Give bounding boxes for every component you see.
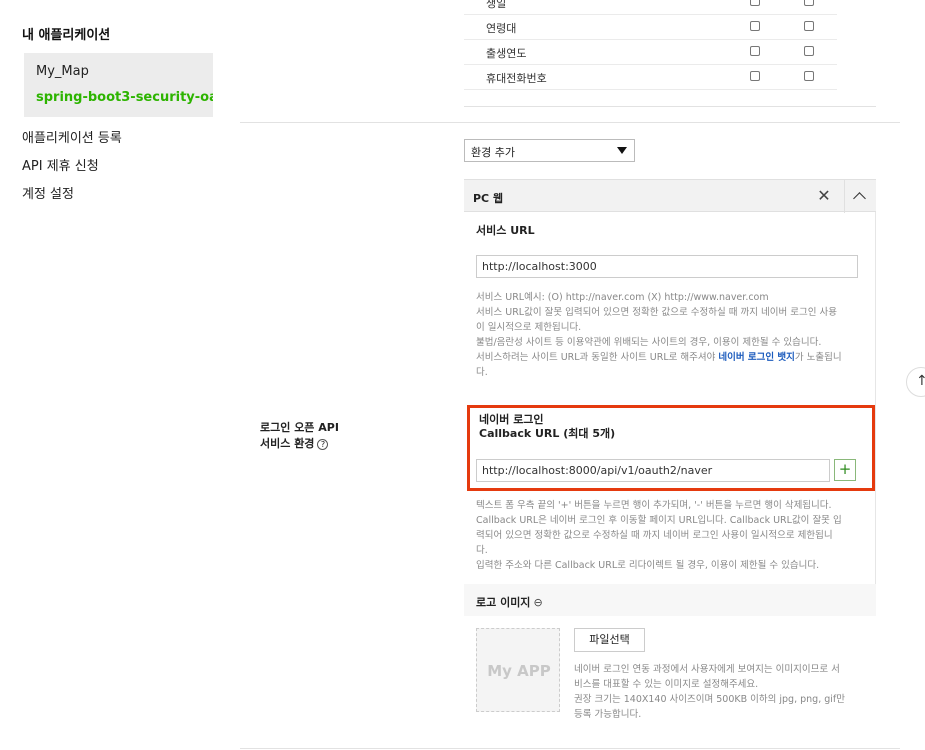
sidebar: 내 애플리케이션 My_Map spring-boot3-security-oa… [0,0,240,750]
scope-optional-checkbox[interactable] [804,71,814,81]
add-callback-url-button[interactable]: + [834,459,856,481]
callback-url-input[interactable]: http://localhost:8000/api/v1/oauth2/nave… [476,459,830,482]
pc-web-panel: PC 웹 ✕ 서비스 URL http://localhost:3000 서비스… [464,179,876,584]
dropdown-arrow-icon [617,147,627,154]
callback-url-title: 네이버 로그인 Callback URL (최대 5개) [479,413,616,440]
callback-url-section: 네이버 로그인 Callback URL (최대 5개) http://loca… [467,405,875,491]
callback-url-help: 텍스트 폼 우측 끝의 '+' 버튼을 누르면 행이 추가되며, '-' 버튼을… [476,500,842,571]
main-content: 생일 연령대 출생연도 휴대전화번호 로그인 오픈 API 서비스 환경 ? 환… [240,0,900,750]
logo-placeholder: My APP [476,628,560,712]
divider [240,748,900,749]
service-url-title: 서비스 URL [476,224,535,237]
scope-required-checkbox[interactable] [750,71,760,81]
logo-image-section: 로고 이미지 ⊖ My APP 파일선택 네이버 로그인 연동 과정에서 사용자에… [464,584,876,732]
logo-image-header: 로고 이미지 ⊖ [464,584,876,616]
logo-image-help: 네이버 로그인 연동 과정에서 사용자에게 보여지는 이미지이므로 서 비스를 … [574,664,846,720]
sidebar-item-api-partnership[interactable]: API 제휴 신청 [22,155,99,174]
scope-optional-checkbox[interactable] [804,46,814,56]
naver-login-badge-link[interactable]: 네이버 로그인 뱃지 [718,352,795,363]
scroll-top-button[interactable]: ↑ [906,367,925,397]
scope-optional-checkbox[interactable] [804,21,814,31]
panel-title: PC 웹 [473,192,504,205]
scope-section: 생일 연령대 출생연도 휴대전화번호 [240,0,900,123]
sidebar-title: 내 애플리케이션 [22,28,111,43]
logo-placeholder-text: My APP [487,662,551,680]
close-icon[interactable]: ✕ [814,186,834,206]
scope-required-checkbox[interactable] [750,21,760,31]
scope-required-checkbox[interactable] [750,0,760,6]
service-env-label: 로그인 오픈 API 서비스 환경? [260,420,339,452]
help-icon[interactable]: ? [317,439,329,450]
scope-required-checkbox[interactable] [750,46,760,56]
scope-label: 연령대 [486,22,517,35]
scope-table: 생일 연령대 출생연도 휴대전화번호 [464,0,876,107]
panel-header: PC 웹 ✕ [464,179,876,213]
environment-select-value: 환경 추가 [471,146,515,159]
scope-row: 출생연도 [464,40,837,65]
environment-add-select[interactable]: 환경 추가 [464,139,635,162]
service-env-label-line1: 로그인 오픈 API [260,421,339,434]
scope-label: 휴대전화번호 [486,72,547,85]
scope-optional-checkbox[interactable] [804,0,814,6]
arrow-up-icon: ↑ [916,373,925,389]
scope-row: 생일 [464,0,837,15]
sidebar-item-register[interactable]: 애플리케이션 등록 [22,127,122,146]
file-select-button[interactable]: 파일선택 [574,628,645,652]
scope-label: 출생연도 [486,47,527,60]
link-icon[interactable]: ⊖ [533,596,542,609]
scope-row: 휴대전화번호 [464,65,837,90]
collapse-button[interactable] [844,180,876,213]
service-url-help: 서비스 URL예시: (O) http://naver.com (X) http… [476,292,842,378]
app-subtitle: spring-boot3-security-oauth [36,90,213,105]
app-name: My_Map [36,64,89,79]
sidebar-item-app[interactable]: My_Map spring-boot3-security-oauth [24,53,213,117]
scope-label: 생일 [486,0,507,10]
logo-image-title: 로고 이미지 [476,596,531,609]
chevron-up-icon [853,192,866,205]
sidebar-item-account-settings[interactable]: 계정 설정 [22,183,74,202]
service-env-label-line2: 서비스 환경 [260,437,315,450]
scope-row: 연령대 [464,15,837,40]
service-url-input[interactable]: http://localhost:3000 [476,255,858,278]
